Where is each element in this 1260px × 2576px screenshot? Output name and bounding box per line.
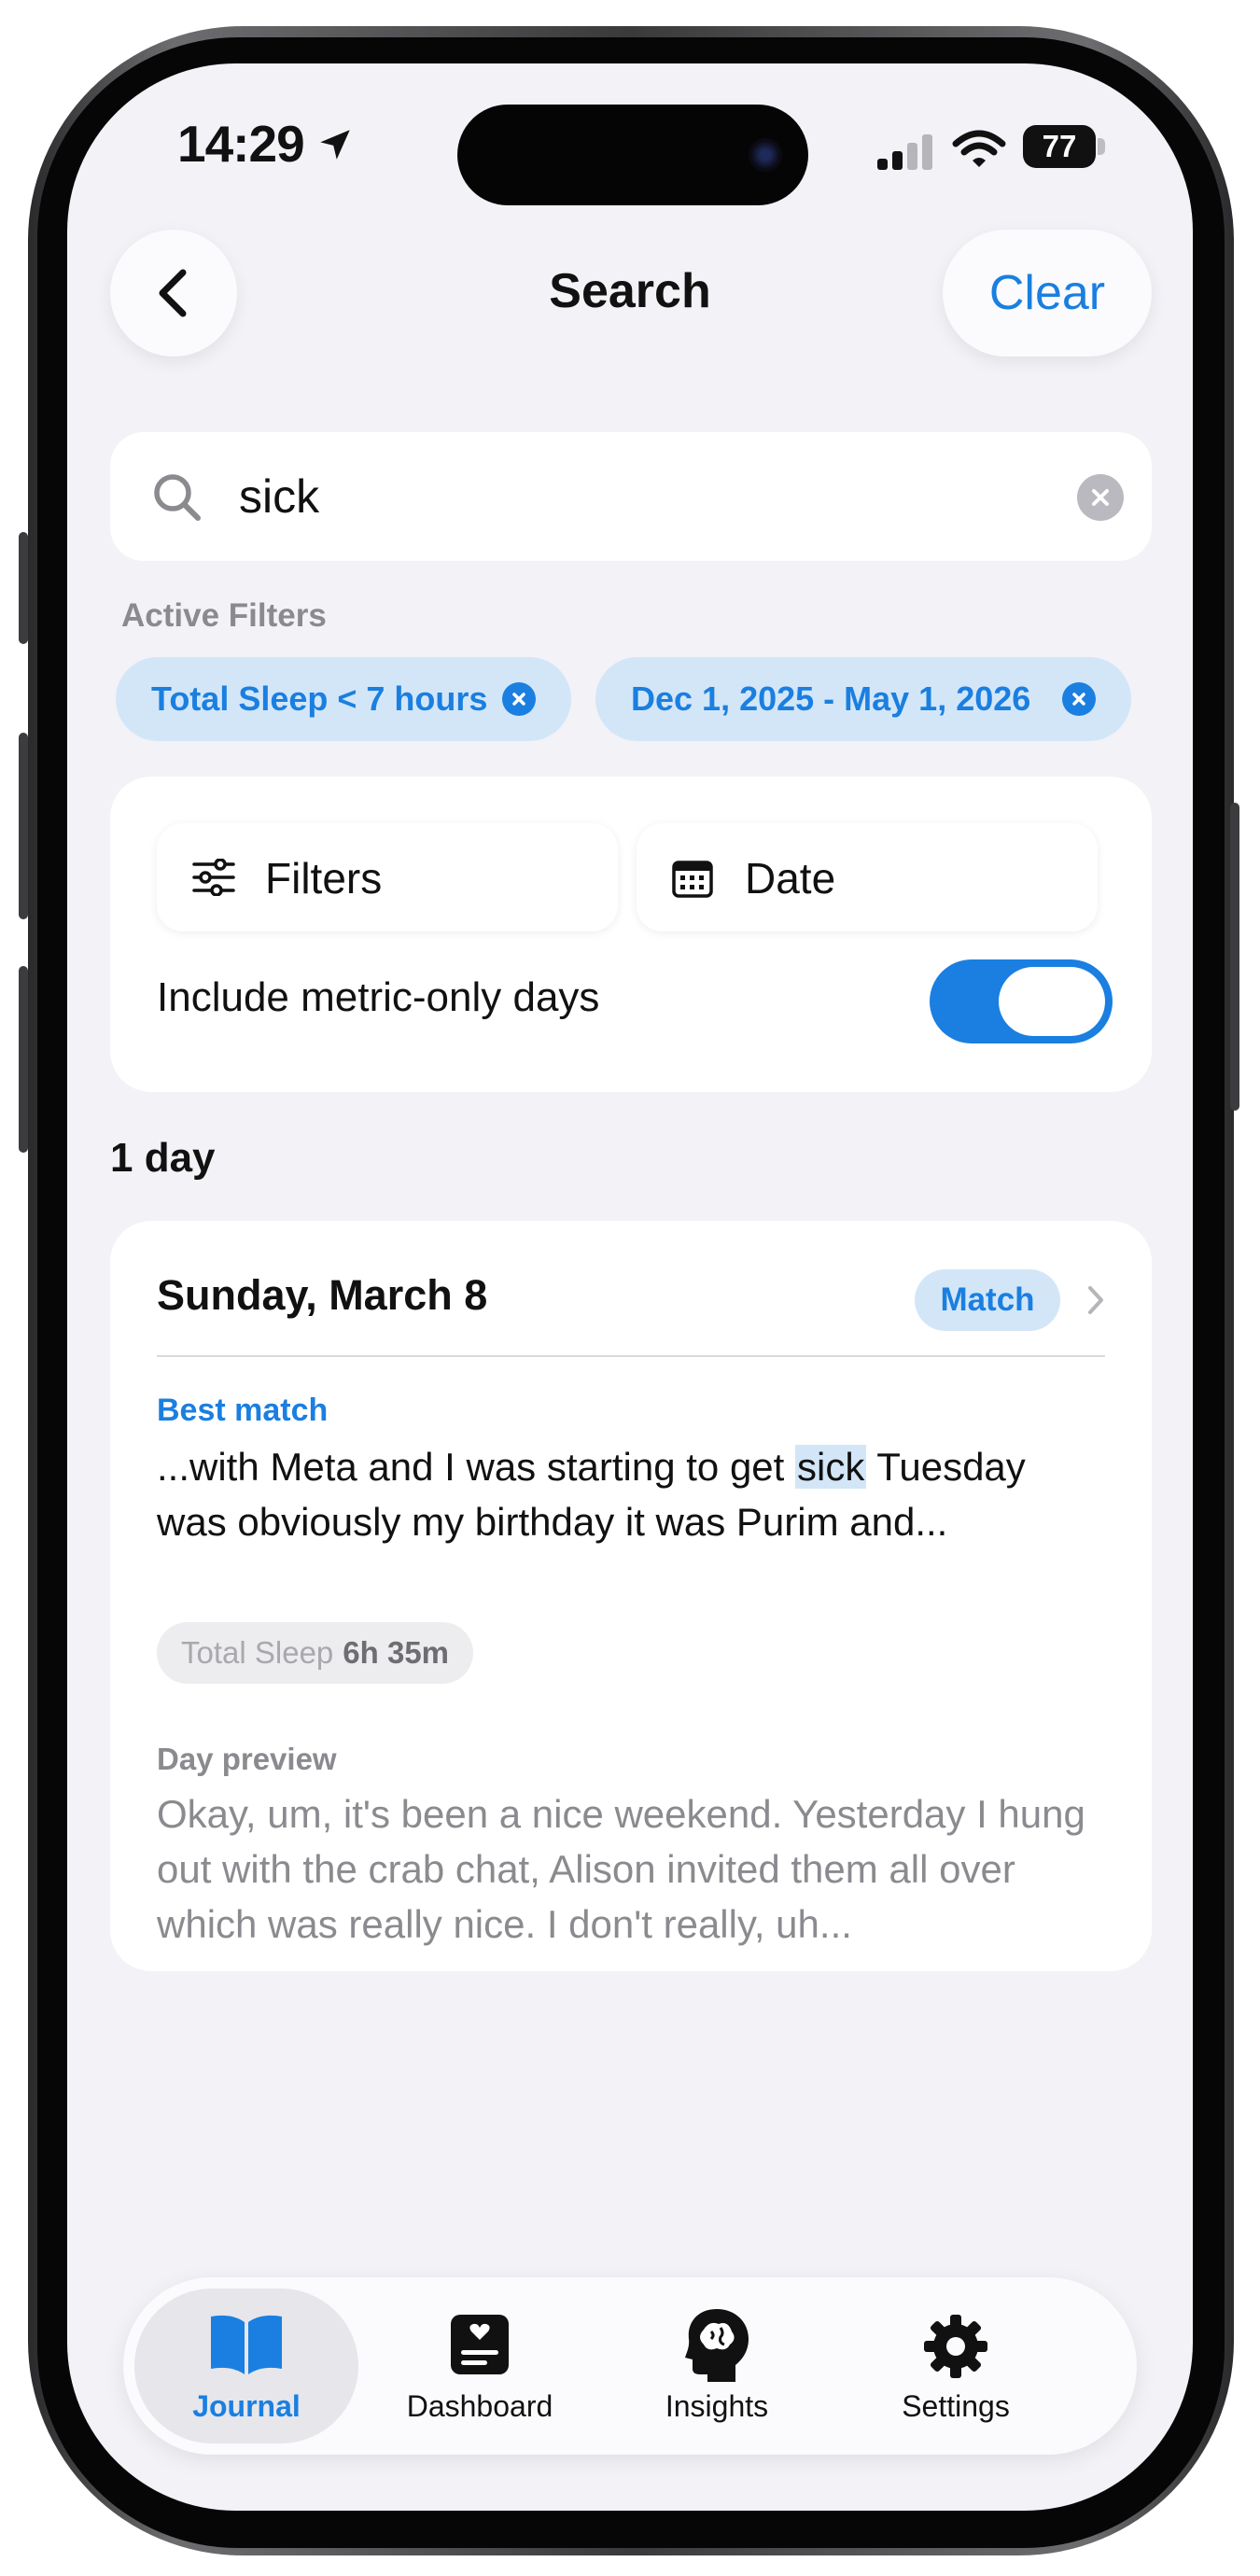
battery-cap [1098, 138, 1105, 155]
wifi-icon [952, 130, 1006, 167]
remove-filter-button[interactable] [502, 682, 536, 716]
calendar-icon [672, 861, 713, 898]
tab-settings[interactable]: Settings [844, 2289, 1068, 2443]
volume-up-button [19, 733, 28, 919]
filter-chip-sleep[interactable]: Total Sleep < 7 hours [116, 657, 571, 741]
tab-label: Dashboard [406, 2389, 553, 2423]
chevron-right-icon [1088, 1286, 1103, 1314]
tab-label: Journal [192, 2389, 301, 2423]
filter-panel: Filters Date Include metric-only days [110, 777, 1152, 1092]
metric-only-toggle[interactable] [930, 959, 1113, 1043]
toggle-knob [999, 967, 1105, 1036]
snippet-before: ...with Meta and I was starting to get [157, 1445, 795, 1489]
tab-dashboard[interactable]: Dashboard [368, 2289, 592, 2443]
brain-head-icon [685, 2309, 749, 2382]
results-count: 1 day [110, 1135, 216, 1181]
day-preview-label: Day preview [157, 1742, 337, 1776]
metric-label: Total Sleep [181, 1635, 334, 1670]
match-badge: Match [915, 1269, 1060, 1331]
filter-chip-label: Total Sleep < 7 hours [151, 679, 488, 718]
active-filters-label: Active Filters [121, 597, 327, 634]
power-button [1230, 803, 1239, 1111]
clear-button[interactable]: Clear [943, 230, 1152, 357]
filters-button[interactable]: Filters [157, 823, 618, 931]
metric-value: 6h 35m [343, 1635, 450, 1670]
book-icon [211, 2315, 282, 2374]
tab-label: Settings [902, 2389, 1010, 2423]
snippet-highlight: sick [795, 1445, 867, 1489]
location-arrow-icon [320, 130, 350, 160]
action-button [19, 532, 28, 644]
filter-chip-label: Dec 1, 2025 - May 1, 2026 [631, 679, 1031, 718]
sliders-icon [192, 859, 235, 896]
match-snippet: ...with Meta and I was starting to get s… [157, 1439, 1053, 1549]
app-screen: 14:29 77 Search Clear sick Active Filter… [67, 63, 1193, 2511]
battery-indicator: 77 [1023, 125, 1096, 168]
status-time: 14:29 [177, 115, 305, 173]
metric-only-toggle-label: Include metric-only days [157, 974, 600, 1020]
filter-chip-date-range[interactable]: Dec 1, 2025 - May 1, 2026 [595, 657, 1131, 741]
search-icon [154, 474, 201, 521]
result-card[interactable]: Sunday, March 8 Match Best match ...with… [110, 1221, 1152, 1971]
cellular-signal-icon [877, 134, 932, 170]
tab-bar: Journal Dashboard Insights Settings [123, 2277, 1137, 2455]
date-button-label: Date [745, 854, 836, 903]
tab-insights[interactable]: Insights [605, 2289, 829, 2443]
dashboard-icon [451, 2315, 509, 2374]
camera-icon [749, 138, 782, 172]
result-date: Sunday, March 8 [157, 1271, 488, 1319]
tab-label: Insights [665, 2389, 769, 2423]
filters-button-label: Filters [265, 854, 383, 903]
volume-down-button [19, 966, 28, 1153]
divider [157, 1355, 1105, 1357]
clear-search-button[interactable] [1077, 474, 1124, 521]
remove-filter-button[interactable] [1062, 682, 1096, 716]
close-icon [1072, 693, 1085, 706]
search-input[interactable]: sick [110, 432, 1152, 561]
metric-chip: Total Sleep 6h 35m [157, 1622, 474, 1684]
date-button[interactable]: Date [637, 823, 1098, 931]
day-preview-text: Okay, um, it's been a nice weekend. Yest… [157, 1792, 1085, 1946]
search-query: sick [239, 470, 320, 523]
gear-icon [924, 2315, 987, 2378]
best-match-label: Best match [157, 1393, 329, 1428]
close-icon [512, 693, 525, 706]
tab-journal[interactable]: Journal [134, 2289, 358, 2443]
close-icon [1092, 489, 1109, 506]
